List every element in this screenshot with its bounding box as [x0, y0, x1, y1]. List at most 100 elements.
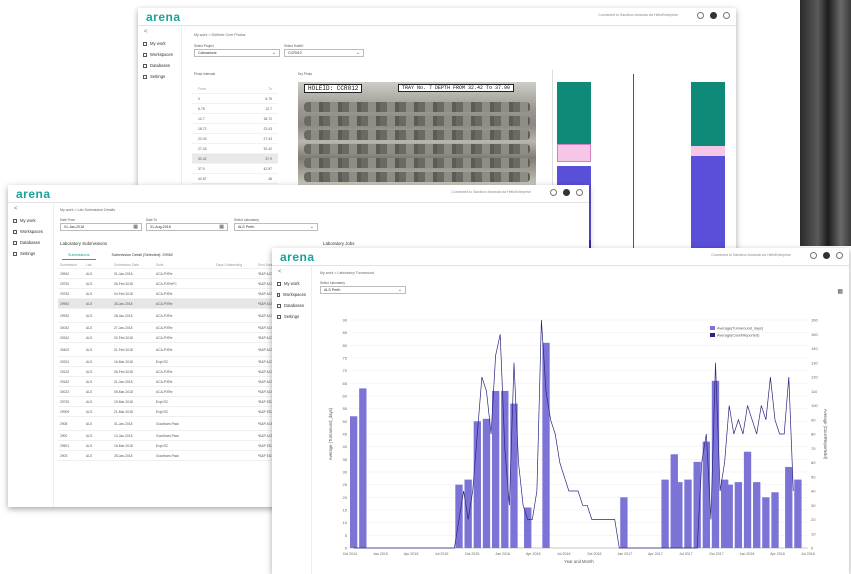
interval-to: 6.75 — [265, 96, 272, 101]
breadcrumb[interactable]: My work > Drillhole Core Photos — [194, 33, 245, 37]
table-cell: 30331 — [60, 359, 70, 364]
interval-to: 42.87 — [263, 166, 273, 171]
sidebar-item-label: Workspaces — [283, 292, 306, 297]
column-header[interactable]: Submission Date — [114, 263, 156, 267]
table-row[interactable]: 29132 ALS 06-Feb-2018 ACA-PXRe *B&P ACS — [58, 367, 282, 377]
lab-select[interactable]: ALS Perth ⌄ — [234, 223, 318, 231]
interval-row[interactable]: 37.9 42.87 — [192, 164, 278, 174]
photo-holeid-tag: HOLEID: CCR012 — [304, 84, 363, 93]
table-row[interactable]: 2908 ALS 01-Jan-2018 Goodham-Pack *B&P ACR01… — [58, 417, 282, 431]
help-icon[interactable] — [697, 12, 704, 19]
interval-row[interactable]: 6.75 12.7 — [192, 104, 278, 114]
monitor-icon — [143, 52, 147, 57]
table-cell: 28-Jan-2018 — [114, 313, 133, 318]
table-row[interactable]: 29730 ALS 15-Mar-2018 Expl-RC *B&P EDX — [58, 397, 282, 407]
user-avatar-icon[interactable] — [823, 252, 830, 259]
back-chevron-icon[interactable]: < — [272, 266, 311, 278]
column-header[interactable]: Suite — [156, 263, 216, 267]
sidebar-item-my-work[interactable]: My work — [8, 215, 53, 226]
interval-row[interactable]: 12.7 18.72 — [192, 114, 278, 124]
bar — [684, 479, 692, 548]
table-row[interactable]: 30342 ALS 02-Feb-2018 ACA-PXRe *B&P ACS — [58, 333, 282, 343]
table-row[interactable]: 29182 ALS 21-Jan-2018 ACA-PXRe *B&P ACS — [58, 377, 282, 387]
table-row[interactable]: 30022 ALS 05-Mar-2018 ACA-PXRe *B&P ACS — [58, 387, 282, 397]
y2-tick-label: 10 — [811, 531, 816, 536]
table-row[interactable]: 30042 ALS 27-Jan-2018 ACA-PXRe *B&P ACS — [58, 323, 282, 333]
app-logo[interactable]: arena — [16, 187, 51, 201]
legend-swatch — [710, 333, 715, 337]
user-avatar-icon[interactable] — [710, 12, 717, 19]
table-cell: 29942 — [60, 271, 70, 276]
interval-row[interactable]: 32.42 37.9 — [192, 154, 278, 164]
interval-row[interactable]: 22.43 27.43 — [192, 134, 278, 144]
sidebar-item-workspaces[interactable]: Workspaces — [138, 49, 181, 60]
table-row[interactable]: 29932 ALS 28-Jan-2018 ACA-PXRe *B&P ACS — [58, 309, 282, 323]
sidebar-item-settings[interactable]: Settings — [272, 311, 311, 322]
core-photo[interactable]: HOLEID: CCR012 TRAY No. 7 DEPTH FROM 32.… — [298, 82, 536, 190]
y2-tick-label: 100 — [811, 403, 818, 408]
x-tick-label: Jul 2015 — [435, 552, 449, 556]
table-row[interactable]: 30402 ALS 01-Feb-2018 ACA-PXRe *B&P ACS — [58, 343, 282, 357]
tab-submission-detail[interactable]: Submission Detail (Selected): 29952 — [106, 251, 179, 260]
sidebar-item-settings[interactable]: Settings — [8, 248, 53, 259]
table-row[interactable]: 2903 ALS 28-Jan-2018 Goodham-Pack *B&P EDX — [58, 451, 282, 461]
table-header: From To — [192, 84, 278, 94]
sidebar-item-databases[interactable]: Databases — [272, 300, 311, 311]
interval-row[interactable]: 18.72 22.43 — [192, 124, 278, 134]
sidebar-item-settings[interactable]: Settings — [138, 71, 181, 82]
app-logo[interactable]: arena — [146, 10, 181, 24]
submissions-table: Submission Lab Submission Date Suite Days Ou… — [58, 261, 282, 461]
tab-submissions[interactable]: Submissions — [62, 251, 96, 260]
sidebar-item-my-work[interactable]: My work — [272, 278, 311, 289]
table-row[interactable]: 30331 ALS 16-Mar-2018 Expl-RC *B&P ACS — [58, 357, 282, 367]
sidebar-item-workspaces[interactable]: Workspaces — [272, 289, 311, 300]
breadcrumb[interactable]: My work > Laboratory Turnaround — [320, 271, 374, 275]
table-row[interactable]: 29752 ALS 06-Feb-2018 ACA-PXReFC *B&P ACS — [58, 279, 282, 289]
date-from-input[interactable]: 01-Jan-2018 ▦ — [60, 223, 142, 231]
app-logo[interactable]: arena — [280, 250, 315, 264]
sidebar-item-label: Databases — [20, 240, 41, 245]
grid-icon[interactable]: ▦ — [837, 288, 843, 295]
x-tick-label: Oct 2016 — [587, 552, 602, 556]
date-to-input[interactable]: 31-Aug-2018 ▦ — [146, 223, 228, 231]
table-cell: 30022 — [60, 389, 70, 394]
bar — [785, 466, 793, 548]
table-row[interactable]: 29909 ALS 21-Mar-2018 Expl-RC *B&P EDX — [58, 407, 282, 417]
table-row[interactable]: 29952 ALS 28-Jan-2018 ACA-PXRe *B&P ACS — [58, 299, 282, 309]
sidebar-item-workspaces[interactable]: Workspaces — [8, 226, 53, 237]
column-header[interactable]: Submission — [58, 263, 86, 267]
y2-tick-label: 50 — [811, 474, 816, 479]
interval-from: 18.72 — [198, 126, 207, 131]
table-cell: 28-Jan-2018 — [114, 301, 133, 306]
table-row[interactable]: 2900 ALS 12-Jan-2018 Goodham-Pack *B&P ACR12 — [58, 431, 282, 441]
column-header[interactable]: Lab — [86, 263, 114, 267]
back-chevron-icon[interactable]: < — [138, 26, 181, 38]
gear-icon[interactable] — [576, 189, 583, 196]
column-header[interactable]: Days Outstanding — [216, 263, 258, 267]
user-avatar-icon[interactable] — [563, 189, 570, 196]
lab-select[interactable]: ALS Perth ⌄ — [320, 286, 406, 294]
table-row[interactable]: 29501 ALS 16-Mar-2018 Expl-RC *B&P EDX — [58, 441, 282, 451]
gear-icon[interactable] — [836, 252, 843, 259]
interval-row[interactable]: 42.87 48 — [192, 174, 278, 184]
table-row[interactable]: 29782 ALS 04-Feb-2018 ACA-PXRe *B&P ACS — [58, 289, 282, 299]
help-icon[interactable] — [810, 252, 817, 259]
back-chevron-icon[interactable]: < — [8, 203, 53, 215]
table-row[interactable]: 29942 ALS 01-Jan-2018 ACA-PXRe *B&P ACS — [58, 269, 282, 279]
gear-icon[interactable] — [723, 12, 730, 19]
y2-tick-label: 160 — [811, 318, 818, 323]
sidebar-item-my-work[interactable]: My work — [138, 38, 181, 49]
project-select[interactable]: Cabrastone ⌄ — [194, 49, 280, 57]
interval-row[interactable]: 27.43 32.42 — [192, 144, 278, 154]
sidebar-item-databases[interactable]: Databases — [138, 60, 181, 71]
y-tick-label: 25 — [343, 482, 348, 487]
hole-select[interactable]: CCR012 ⌄ — [284, 49, 364, 57]
interval-row[interactable]: 0 6.75 — [192, 94, 278, 104]
table-cell: 15-Mar-2018 — [114, 399, 133, 404]
log-block — [557, 114, 591, 144]
breadcrumb[interactable]: My work > Lab Submission Details — [60, 208, 115, 212]
date-from-value: 01-Jan-2018 — [64, 225, 85, 229]
help-icon[interactable] — [550, 189, 557, 196]
sidebar-item-databases[interactable]: Databases — [8, 237, 53, 248]
table-cell: 16-Mar-2018 — [114, 359, 133, 364]
